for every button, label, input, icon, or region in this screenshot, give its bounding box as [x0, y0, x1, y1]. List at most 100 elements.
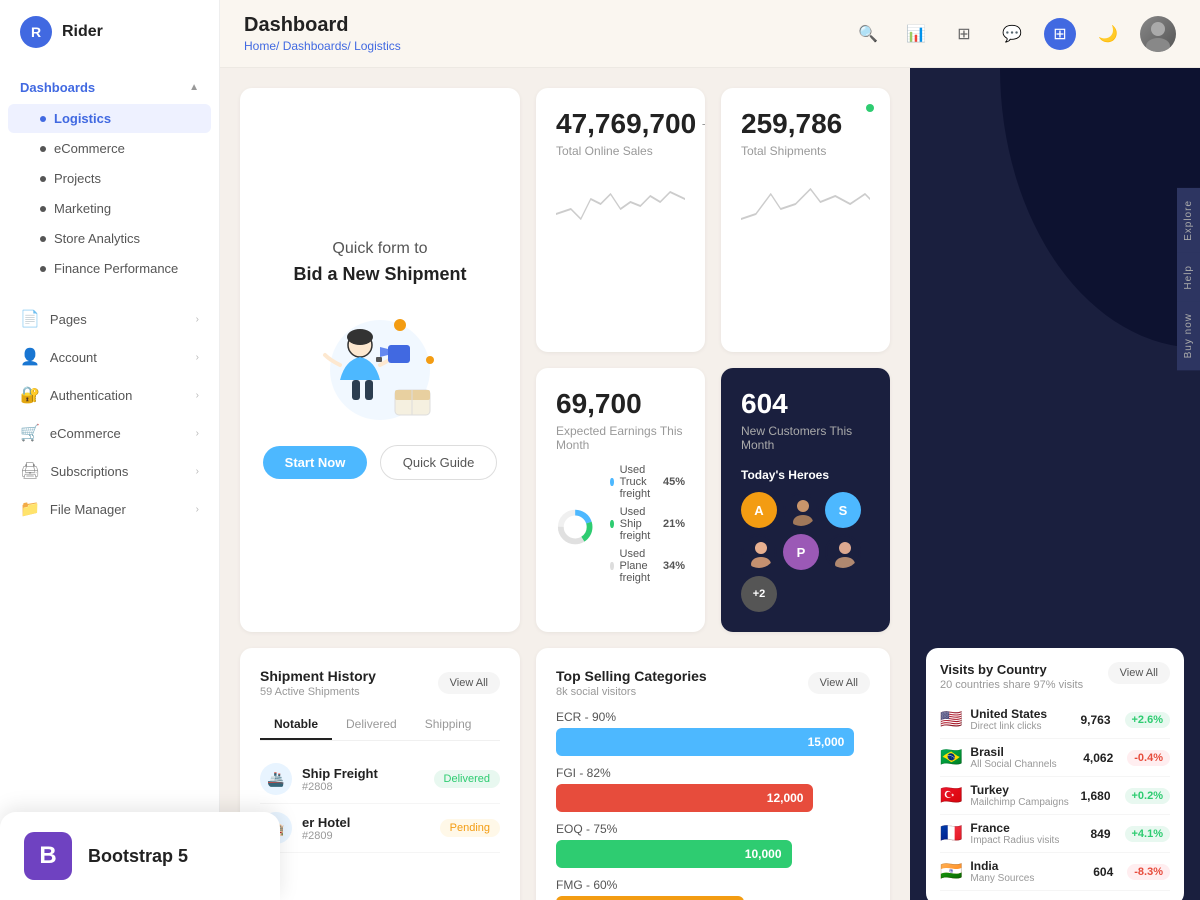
bar-fgi: FGI - 82% 12,000	[556, 766, 870, 812]
hotel-info: er Hotel #2809	[302, 815, 350, 842]
bar-val-eoq: 10,000	[745, 847, 782, 861]
sidebar-item-authentication[interactable]: 🔐 Authentication ›	[0, 376, 219, 414]
visits-view-all[interactable]: View All	[1108, 662, 1170, 684]
dark-mode-icon[interactable]: 🌙	[1092, 18, 1124, 50]
earnings-card: 69,700 Expected Earnings This Month	[536, 368, 705, 632]
country-fr: 🇫🇷 France Impact Radius visits 849 +4.1%	[940, 815, 1170, 853]
change-br: -0.4%	[1127, 750, 1170, 766]
visits-br: 4,062	[1083, 751, 1113, 765]
bootstrap-icon: B	[24, 832, 72, 880]
change-fr: +4.1%	[1125, 826, 1171, 842]
country-name-tr: Turkey	[970, 783, 1068, 797]
sidebar-item-ecommerce2[interactable]: 🛒 eCommerce ›	[0, 414, 219, 452]
logo-text: Rider	[62, 23, 103, 41]
account-icon: 👤	[20, 347, 40, 367]
truck-label: Used Truck freight	[620, 464, 655, 500]
sidebar-item-subscriptions[interactable]: 🖨 Subscriptions ›	[0, 452, 219, 490]
categories-view-all[interactable]: View All	[808, 672, 870, 694]
header: Dashboard Home/ Dashboards/ Logistics 🔍 …	[220, 0, 1200, 68]
country-br: 🇧🇷 Brasil All Social Channels 4,062 -0.4…	[940, 739, 1170, 777]
nav-dot	[40, 206, 46, 212]
flag-br: 🇧🇷	[940, 747, 962, 768]
total-sales-card: 47,769,700 Tons Total Online Sales	[536, 88, 705, 352]
tab-delivered[interactable]: Delivered	[332, 710, 411, 740]
shipment-view-all[interactable]: View All	[438, 672, 500, 694]
country-source-in: Many Sources	[970, 873, 1034, 884]
total-sales-value: 47,769,700	[556, 108, 696, 140]
sidebar-item-store-analytics[interactable]: Store Analytics	[8, 224, 211, 253]
sidebar-item-label: eCommerce	[54, 141, 125, 156]
right-content: Visits by Country 20 countries share 97%…	[910, 68, 1200, 900]
bar-label-eoq: EOQ - 75%	[556, 822, 870, 836]
shipment-history-card: Shipment History 59 Active Shipments Vie…	[240, 648, 520, 900]
header-right: 🔍 📊 ⊞ 💬 ⊞ 🌙	[852, 16, 1176, 52]
logo[interactable]: R Rider	[0, 16, 219, 68]
file-manager-icon: 📁	[20, 499, 40, 519]
active-dot	[40, 116, 46, 122]
subscriptions-icon: 🖨	[20, 461, 40, 481]
pages-label: Pages	[50, 312, 87, 327]
breadcrumb-dashboards: Dashboards/	[283, 39, 351, 53]
shipment-subtitle: 59 Active Shipments	[260, 686, 376, 698]
chevron-right-icon: ›	[196, 428, 199, 439]
flag-in: 🇮🇳	[940, 861, 962, 882]
sidebar: R Rider Dashboards ▲ Logistics eCommerce…	[0, 0, 220, 900]
bar-label-fgi: FGI - 82%	[556, 766, 870, 780]
ship-dot	[610, 520, 613, 528]
quick-guide-button[interactable]: Quick Guide	[380, 445, 498, 480]
ecommerce-icon: 🛒	[20, 423, 40, 443]
tab-shipping[interactable]: Shipping	[411, 710, 486, 740]
sidebar-item-label: Store Analytics	[54, 231, 140, 246]
visits-spacer: Visits by Country 20 countries share 97%…	[926, 648, 1184, 900]
freight-legend: Used Truck freight 45% Used Ship freight…	[610, 464, 685, 590]
analytics-icon[interactable]: 📊	[900, 18, 932, 50]
truck-freight-item: Used Truck freight 45%	[610, 464, 685, 500]
sidebar-item-finance-performance[interactable]: Finance Performance	[8, 254, 211, 283]
country-tr: 🇹🇷 Turkey Mailchimp Campaigns 1,680 +0.2…	[940, 777, 1170, 815]
nav-dot	[40, 236, 46, 242]
search-icon[interactable]: 🔍	[852, 18, 884, 50]
logo-icon: R	[20, 16, 52, 48]
total-shipments-card: 259,786 Total Shipments	[721, 88, 890, 352]
main-content: Quick form to Bid a New Shipment	[220, 68, 910, 900]
bar-track-eoq: 10,000	[556, 840, 792, 868]
earnings-label: Expected Earnings This Month	[556, 424, 685, 452]
start-now-button[interactable]: Start Now	[263, 446, 368, 479]
plane-label: Used Plane freight	[620, 548, 655, 584]
bar-ecr: ECR - 90% 15,000	[556, 710, 870, 756]
visits-fr: 849	[1090, 827, 1110, 841]
visits-in: 604	[1093, 865, 1113, 879]
avatar[interactable]	[1140, 16, 1176, 52]
grid-icon[interactable]: ⊞	[948, 18, 980, 50]
country-source-tr: Mailchimp Campaigns	[970, 797, 1068, 808]
dashboards-label: Dashboards	[20, 80, 95, 95]
shipment-row-2: 🏨 er Hotel #2809 Pending	[260, 804, 500, 853]
change-in: -8.3%	[1127, 864, 1170, 880]
dashboards-group[interactable]: Dashboards ▲	[0, 72, 219, 103]
sidebar-item-ecommerce[interactable]: eCommerce	[8, 134, 211, 163]
apps-icon[interactable]: ⊞	[1044, 18, 1076, 50]
sales-chart	[556, 174, 685, 234]
online-indicator	[866, 104, 874, 112]
change-tr: +0.2%	[1125, 788, 1171, 804]
sidebar-item-pages[interactable]: 📄 Pages ›	[0, 300, 219, 338]
sidebar-item-file-manager[interactable]: 📁 File Manager ›	[0, 490, 219, 528]
bar-fmg: FMG - 60% 8,000	[556, 878, 870, 900]
sidebar-item-account[interactable]: 👤 Account ›	[0, 338, 219, 376]
tab-notable[interactable]: Notable	[260, 710, 332, 740]
change-us: +2.6%	[1125, 712, 1171, 728]
ship-info: Ship Freight #2808	[302, 766, 378, 793]
chat-icon[interactable]: 💬	[996, 18, 1028, 50]
sidebar-item-projects[interactable]: Projects	[8, 164, 211, 193]
hero-avatar-s: S	[825, 492, 861, 528]
sidebar-item-marketing[interactable]: Marketing	[8, 194, 211, 223]
visits-title: Visits by Country	[940, 662, 1083, 677]
sidebar-item-logistics[interactable]: Logistics	[8, 104, 211, 133]
hero-card: Quick form to Bid a New Shipment	[240, 88, 520, 632]
chevron-right-icon: ›	[196, 504, 199, 515]
ship-pct: 21%	[663, 518, 685, 530]
breadcrumb-home: Home/	[244, 39, 279, 53]
chevron-right-icon: ›	[196, 314, 199, 325]
sidebar-item-label: Finance Performance	[54, 261, 178, 276]
country-name-in: India	[970, 859, 1034, 873]
